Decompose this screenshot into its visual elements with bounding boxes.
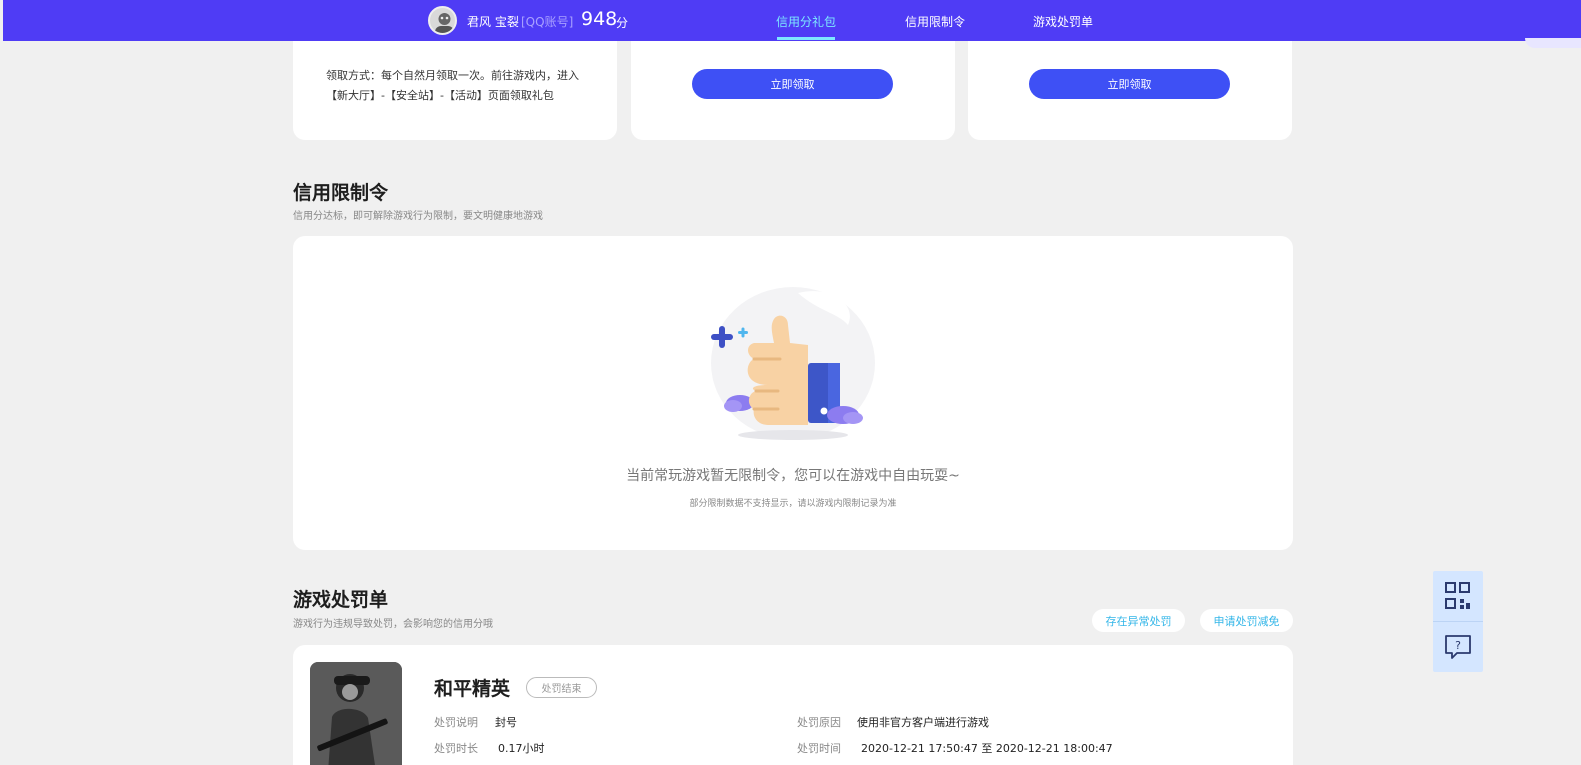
penalty-duration-label: 处罚时长	[434, 742, 478, 755]
feedback-icon: ?	[1445, 635, 1471, 659]
restriction-subtitle: 信用分达标，即可解除游戏行为限制，要文明健康地游戏	[293, 211, 543, 222]
credit-score: 948	[581, 8, 618, 30]
penalty-subtitle: 游戏行为违规导致处罚，会影响您的信用分哦	[293, 619, 493, 630]
penalty-status-badge: 处罚结束	[526, 677, 597, 698]
empty-state-message: 当前常玩游戏暂无限制令，您可以在游戏中自由玩耍~	[626, 468, 960, 484]
claim-button-1[interactable]: 立即领取	[692, 69, 893, 99]
penalty-reason-label: 处罚原因	[797, 716, 841, 729]
user-name: 君风 宝裂	[467, 15, 519, 29]
penalty-time-label: 处罚时间	[797, 742, 841, 755]
game-cover-image	[310, 662, 402, 765]
abnormal-penalty-button[interactable]: 存在异常处罚	[1092, 609, 1185, 632]
credit-score-unit: 分	[616, 16, 629, 30]
tab-credit-gift[interactable]: 信用分礼包	[776, 13, 836, 30]
penalty-time-value: 2020-12-21 17:50:47 至 2020-12-21 18:00:4…	[861, 742, 1113, 755]
claim-button-2[interactable]: 立即领取	[1029, 69, 1230, 99]
penalty-title: 游戏处罚单	[293, 589, 389, 611]
apply-reduction-button[interactable]: 申请处罚减免	[1200, 609, 1293, 632]
qrcode-icon	[1445, 582, 1470, 609]
decorative-curve	[1525, 38, 1581, 48]
penalty-duration-value: 0.17小时	[498, 742, 545, 755]
svg-text:?: ?	[1455, 639, 1461, 652]
feedback-button[interactable]: ?	[1433, 622, 1483, 672]
restriction-title: 信用限制令	[293, 182, 389, 204]
penalty-reason-value: 使用非官方客户端进行游戏	[857, 716, 989, 729]
game-name: 和平精英	[434, 678, 511, 700]
account-type: [QQ账号]	[521, 15, 574, 29]
avatar[interactable]	[428, 6, 457, 35]
tab-credit-restriction[interactable]: 信用限制令	[905, 13, 965, 30]
thumbs-up-illustration	[711, 287, 875, 440]
active-tab-indicator	[777, 37, 835, 40]
side-toolbar: ?	[1433, 571, 1483, 672]
gift-claim-description: 领取方式：每个自然月领取一次。前往游戏内，进入【新大厅】-【安全站】-【活动】页…	[326, 69, 579, 102]
penalty-desc-value: 封号	[495, 716, 517, 729]
penalty-desc-label: 处罚说明	[434, 716, 478, 729]
empty-state-note: 部分限制数据不支持显示，请以游戏内限制记录为准	[689, 499, 897, 509]
top-nav-bar: 君风 宝裂 [QQ账号] 948 分 信用分礼包 信用限制令 游戏处罚单	[3, 0, 1581, 41]
qrcode-button[interactable]	[1433, 571, 1483, 621]
tab-game-penalty[interactable]: 游戏处罚单	[1033, 13, 1093, 30]
